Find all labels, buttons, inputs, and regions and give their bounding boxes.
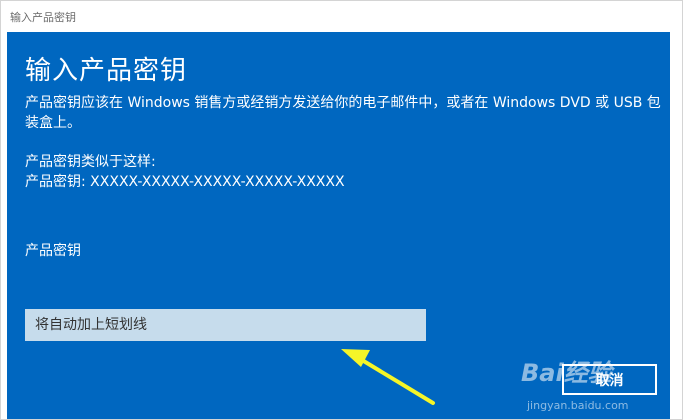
window-title: 输入产品密钥 [10, 11, 76, 24]
example-caption: 产品密钥类似于这样: [25, 154, 156, 170]
product-key-input[interactable] [25, 309, 426, 341]
product-key-label: 产品密钥 [25, 243, 81, 259]
dialog-description: 产品密钥应该在 Windows 销售方或经销方发送给你的电子邮件中，或者在 Wi… [25, 95, 661, 131]
example-key-format: 产品密钥: XXXXX-XXXXX-XXXXX-XXXXX-XXXXX [25, 174, 345, 190]
window-edge [670, 32, 682, 419]
cancel-button[interactable]: 取消 [562, 364, 657, 395]
dialog-heading: 输入产品密钥 [25, 56, 188, 86]
product-key-panel: 输入产品密钥 产品密钥应该在 Windows 销售方或经销方发送给你的电子邮件中… [7, 32, 670, 419]
title-bar: 输入产品密钥 [1, 1, 682, 31]
product-key-window: 输入产品密钥 输入产品密钥 产品密钥应该在 Windows 销售方或经销方发送给… [0, 0, 683, 420]
